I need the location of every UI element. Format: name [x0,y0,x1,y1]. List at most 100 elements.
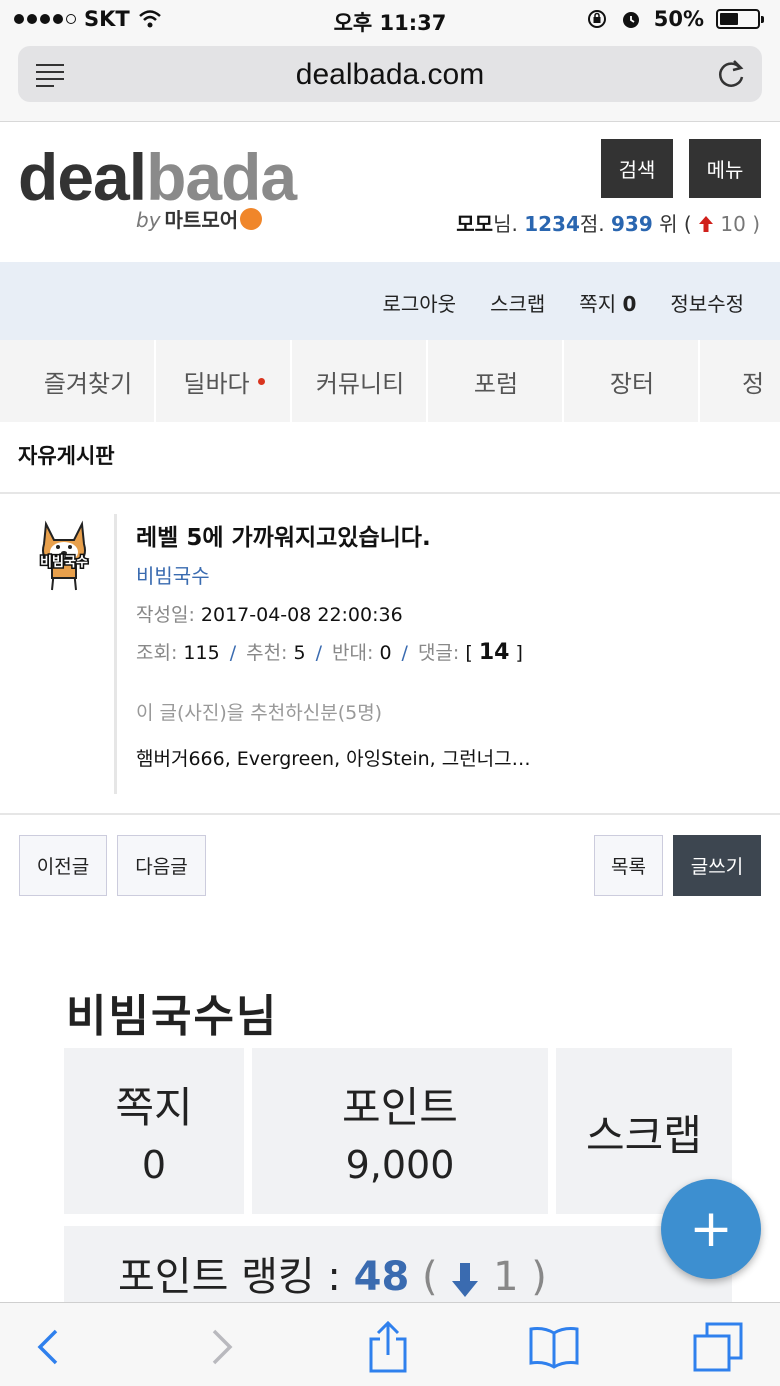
post-divider [114,514,117,794]
user-rank-change: 10 ) [720,212,760,236]
chevron-right-icon [212,1329,233,1365]
category-tabs: 즐겨찾기 딜바다 커뮤니티 포럼 장터 정 [0,340,780,422]
share-icon [369,1321,407,1373]
list-button[interactable]: 목록 [594,835,663,896]
status-right: 50% [586,7,764,31]
post-image: 비빔국수님 쪽지 0 포인트 9,000 스크랩 포인트 랭킹 : 48 ( 1… [0,950,780,1310]
memo-link[interactable]: 쪽지 0 [579,288,636,317]
tab-favorites[interactable]: 즐겨찾기 [22,340,156,422]
site-logo[interactable]: dealbada by 마트모어 [18,144,297,232]
tab-dealbada[interactable]: 딜바다 [158,340,292,422]
views-label: 조회: [136,642,178,664]
book-icon [529,1327,579,1369]
image-rank-close: ) [531,1254,547,1300]
recommenders-label: 이 글(사진)을 추천하신분(5명) [136,702,383,724]
url-text[interactable]: dealbada.com [18,58,762,92]
recommend-label: 추천: [246,642,288,664]
logo-deal: deal [18,140,147,214]
plus-icon: + [689,1199,733,1259]
user-points-unit: 점. [579,212,605,236]
post-author[interactable]: 비빔국수 [136,560,210,589]
search-button[interactable]: 검색 [601,139,673,198]
arrow-down-icon [452,1263,479,1297]
chevron-left-icon [37,1329,58,1365]
image-memo-value: 0 [141,1143,167,1187]
board-title: 자유게시판 [18,444,115,468]
oppose-value: 0 [379,642,392,664]
tab-forum[interactable]: 포럼 [430,340,564,422]
oppose-label: 반대: [332,642,374,664]
comments-count[interactable]: 14 [479,640,510,665]
date-label: 작성일: [136,604,195,626]
user-honorific: 님. [493,212,518,236]
back-button[interactable] [18,1319,78,1375]
tab-community[interactable]: 커뮤니티 [294,340,428,422]
address-bar[interactable]: dealbada.com [18,46,762,102]
image-rank-open: ( [422,1254,438,1300]
add-fab-button[interactable]: + [661,1179,761,1279]
edit-info-link[interactable]: 정보수정 [670,288,744,317]
status-bar: SKT 오후 11:37 50% [0,0,780,40]
tab-label: 장터 [609,369,655,398]
prev-post-button[interactable]: 이전글 [19,835,107,896]
image-scrap-label: 스크랩 [586,1111,702,1160]
battery-icon [716,9,764,29]
write-button[interactable]: 글쓰기 [673,835,761,896]
image-rank-row: 포인트 랭킹 : 48 ( 1 ) [64,1226,732,1310]
scrap-link[interactable]: 스크랩 [490,288,545,317]
image-points-cell: 포인트 9,000 [252,1048,548,1214]
tab-market[interactable]: 장터 [566,340,700,422]
user-name[interactable]: 모모 [456,212,493,236]
bookmarks-button[interactable] [524,1319,584,1375]
rotation-lock-icon [587,10,606,28]
next-post-button[interactable]: 다음글 [117,835,206,896]
logout-link[interactable]: 로그아웃 [382,288,456,317]
image-points-label: 포인트 [342,1083,458,1132]
image-rank-label: 포인트 랭킹 : [118,1254,341,1300]
image-rank-value: 48 [353,1254,410,1300]
date-value: 2017-04-08 22:00:36 [200,604,403,626]
image-rank-change: 1 [493,1254,519,1300]
browser-chrome: dealbada.com [0,40,780,122]
comments-label: 댓글: [417,642,460,664]
recommend-value: 5 [293,642,306,664]
user-rank: 939 [611,212,653,236]
image-points-value: 9,000 [345,1143,455,1187]
author-avatar[interactable]: 비빔국수 [24,514,104,594]
new-dot-icon [257,377,265,385]
image-title: 비빔국수님 [66,991,279,1042]
avatar-text: 비빔국수 [40,555,88,570]
post-title: 레벨 5에 가까워지고있습니다. [136,525,431,551]
logo-by: by [136,208,161,232]
views-value: 115 [183,642,220,664]
tab-label: 즐겨찾기 [43,369,133,398]
crown-icon [240,208,263,230]
reload-icon[interactable] [716,58,746,90]
arrow-up-icon [699,216,714,232]
battery-percent: 50% [653,7,704,31]
tab-info[interactable]: 정 [702,340,780,422]
post-stats: 조회: 115/추천: 5/반대: 0/댓글: [ 14 ] [136,640,523,665]
user-summary: 모모님. 1234점. 939 위 ( 10 ) [456,208,760,237]
user-points: 1234 [524,212,580,236]
logo-subtitle: by 마트모어 [136,204,263,233]
memo-count: 0 [622,292,637,316]
share-button[interactable] [358,1319,418,1375]
logo-sub-brand: 마트모어 [164,208,239,232]
member-bar: 로그아웃 스크랩 쪽지 0 정보수정 [0,262,780,340]
divider [0,813,780,815]
image-memo-cell: 쪽지 0 [64,1048,244,1214]
comments-open: [ [465,642,473,664]
forward-button[interactable] [192,1319,252,1375]
tab-label: 정 [742,369,765,398]
post-date: 작성일: 2017-04-08 22:00:36 [136,600,403,627]
tab-label: 딜바다 [183,369,250,398]
tab-label: 포럼 [473,369,519,398]
logo-bada: bada [146,140,297,214]
browser-toolbar [0,1302,780,1386]
tabs-button[interactable] [688,1319,748,1375]
tabs-icon [693,1322,743,1372]
menu-button[interactable]: 메뉴 [689,139,761,198]
tab-label: 커뮤니티 [315,369,405,398]
image-memo-label: 쪽지 [115,1083,193,1132]
